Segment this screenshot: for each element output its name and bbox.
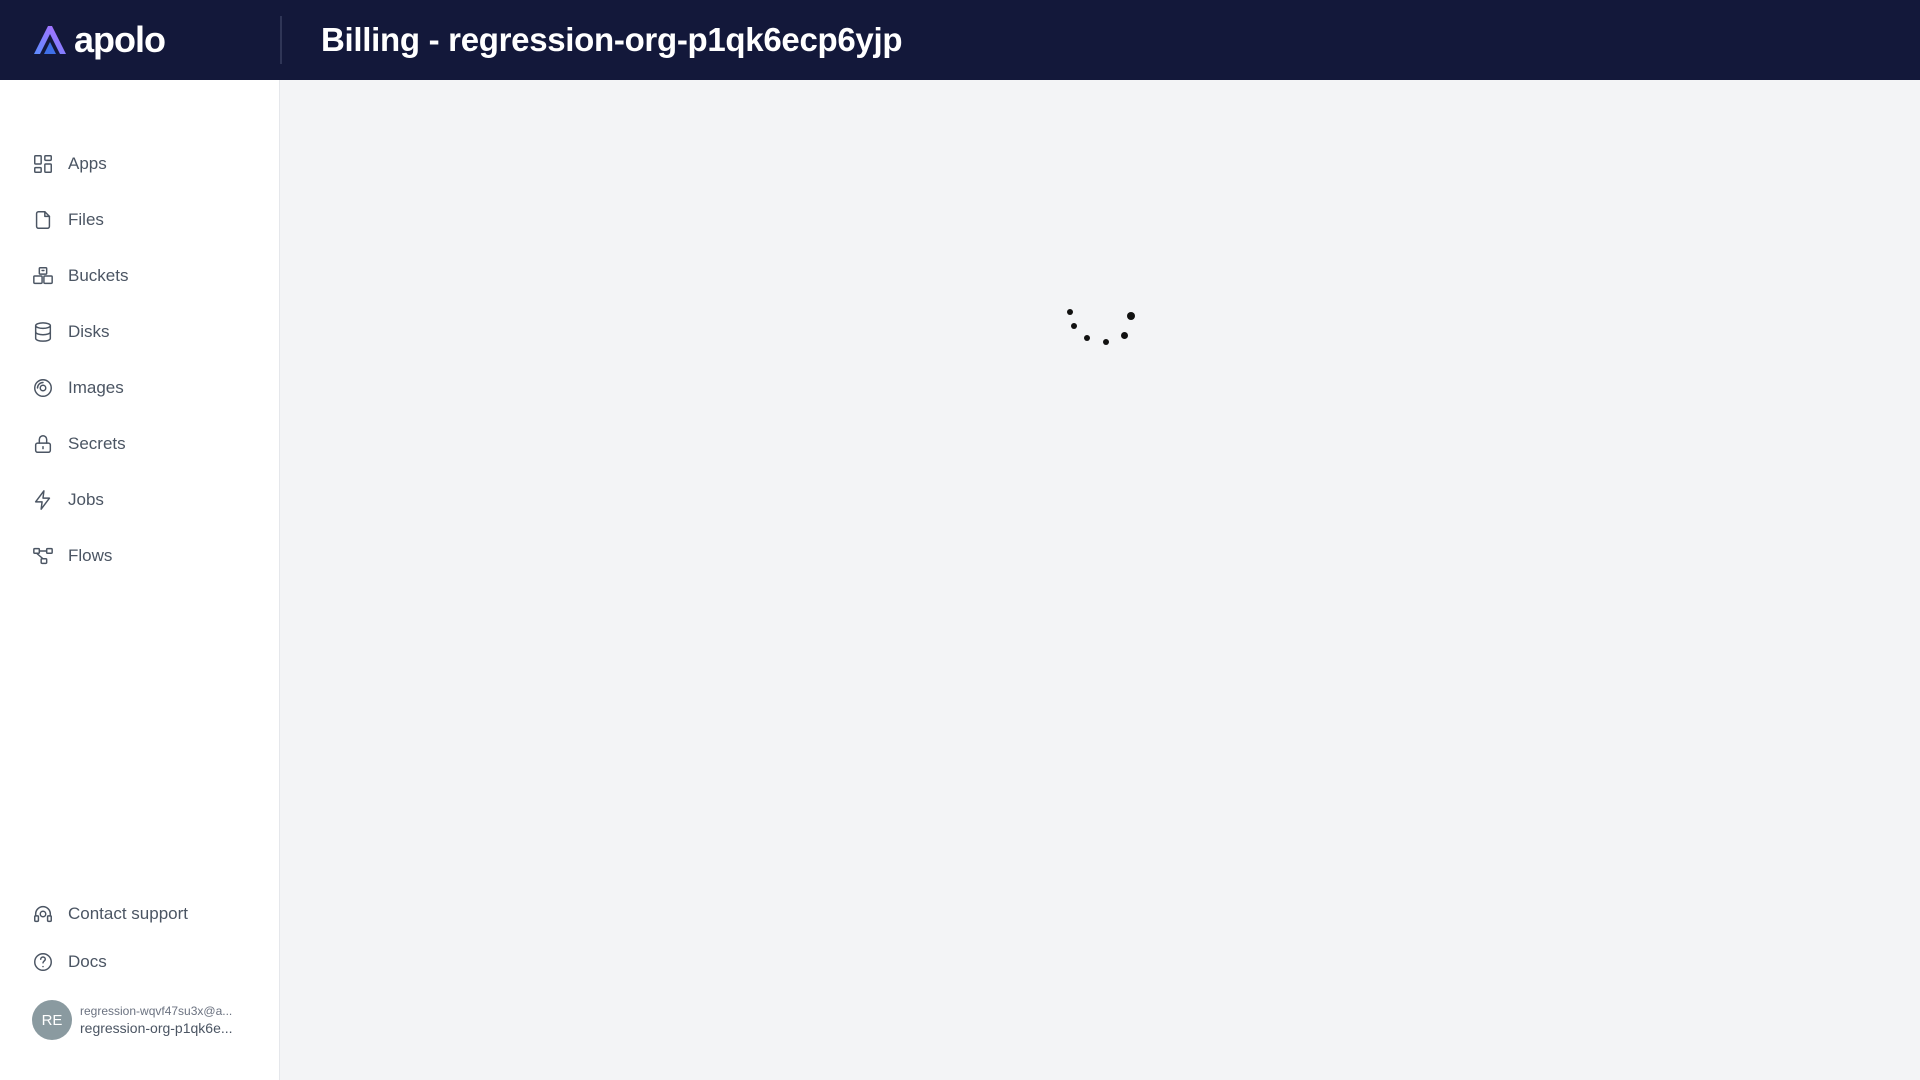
- brand-logo[interactable]: apolo: [0, 0, 280, 80]
- avatar: RE: [32, 1000, 72, 1040]
- apolo-logo-icon: [34, 26, 66, 54]
- sidebar-item-label: Disks: [68, 322, 110, 341]
- sidebar-item-label: Files: [68, 210, 104, 229]
- sidebar-item-apps[interactable]: Apps: [0, 136, 280, 192]
- docs-link[interactable]: Docs: [0, 938, 280, 986]
- sidebar-item-label: Apps: [68, 154, 107, 173]
- user-info: regression-wqvf47su3x@a... regression-or…: [80, 1004, 250, 1036]
- lock-icon: [32, 433, 54, 455]
- file-icon: [32, 209, 54, 231]
- sidebar: Apps Files Buckets Disks Images Secrets …: [0, 80, 280, 1080]
- help-circle-icon: [32, 951, 54, 973]
- docs-label: Docs: [68, 952, 107, 971]
- loading-spinner-icon: [1062, 305, 1152, 365]
- sidebar-nav: Apps Files Buckets Disks Images Secrets …: [0, 136, 280, 584]
- contact-support-link[interactable]: Contact support: [0, 890, 280, 938]
- page-title: Billing - regression-org-p1qk6ecp6yjp: [321, 21, 903, 58]
- top-bar: apolo Billing - regression-org-p1qk6ecp6…: [0, 0, 1920, 80]
- sidebar-item-images[interactable]: Images: [0, 360, 280, 416]
- sidebar-item-buckets[interactable]: Buckets: [0, 248, 280, 304]
- brand-name: apolo: [74, 19, 166, 60]
- sidebar-item-label: Jobs: [68, 490, 104, 509]
- contact-support-label: Contact support: [68, 904, 189, 923]
- sidebar-item-jobs[interactable]: Jobs: [0, 472, 280, 528]
- sidebar-item-label: Flows: [68, 546, 113, 565]
- headset-icon: [32, 903, 54, 925]
- sidebar-item-flows[interactable]: Flows: [0, 528, 280, 584]
- sidebar-item-secrets[interactable]: Secrets: [0, 416, 280, 472]
- user-org: regression-org-p1qk6e...: [80, 1020, 233, 1036]
- sidebar-item-disks[interactable]: Disks: [0, 304, 280, 360]
- buckets-icon: [32, 265, 54, 287]
- main-content: [281, 80, 1920, 1080]
- sidebar-bottom: Contact support Docs: [0, 890, 280, 986]
- user-email: regression-wqvf47su3x@a...: [80, 1004, 233, 1018]
- user-profile[interactable]: RE regression-wqvf47su3x@a... regression…: [32, 1000, 250, 1040]
- database-icon: [32, 321, 54, 343]
- workflow-icon: [32, 545, 54, 567]
- lightning-icon: [32, 489, 54, 511]
- sidebar-item-files[interactable]: Files: [0, 192, 280, 248]
- sidebar-item-label: Buckets: [68, 266, 129, 285]
- disc-icon: [32, 377, 54, 399]
- sidebar-item-label: Secrets: [68, 434, 126, 453]
- sidebar-item-label: Images: [68, 378, 124, 397]
- apps-icon: [32, 153, 54, 175]
- topbar-divider: [280, 16, 282, 64]
